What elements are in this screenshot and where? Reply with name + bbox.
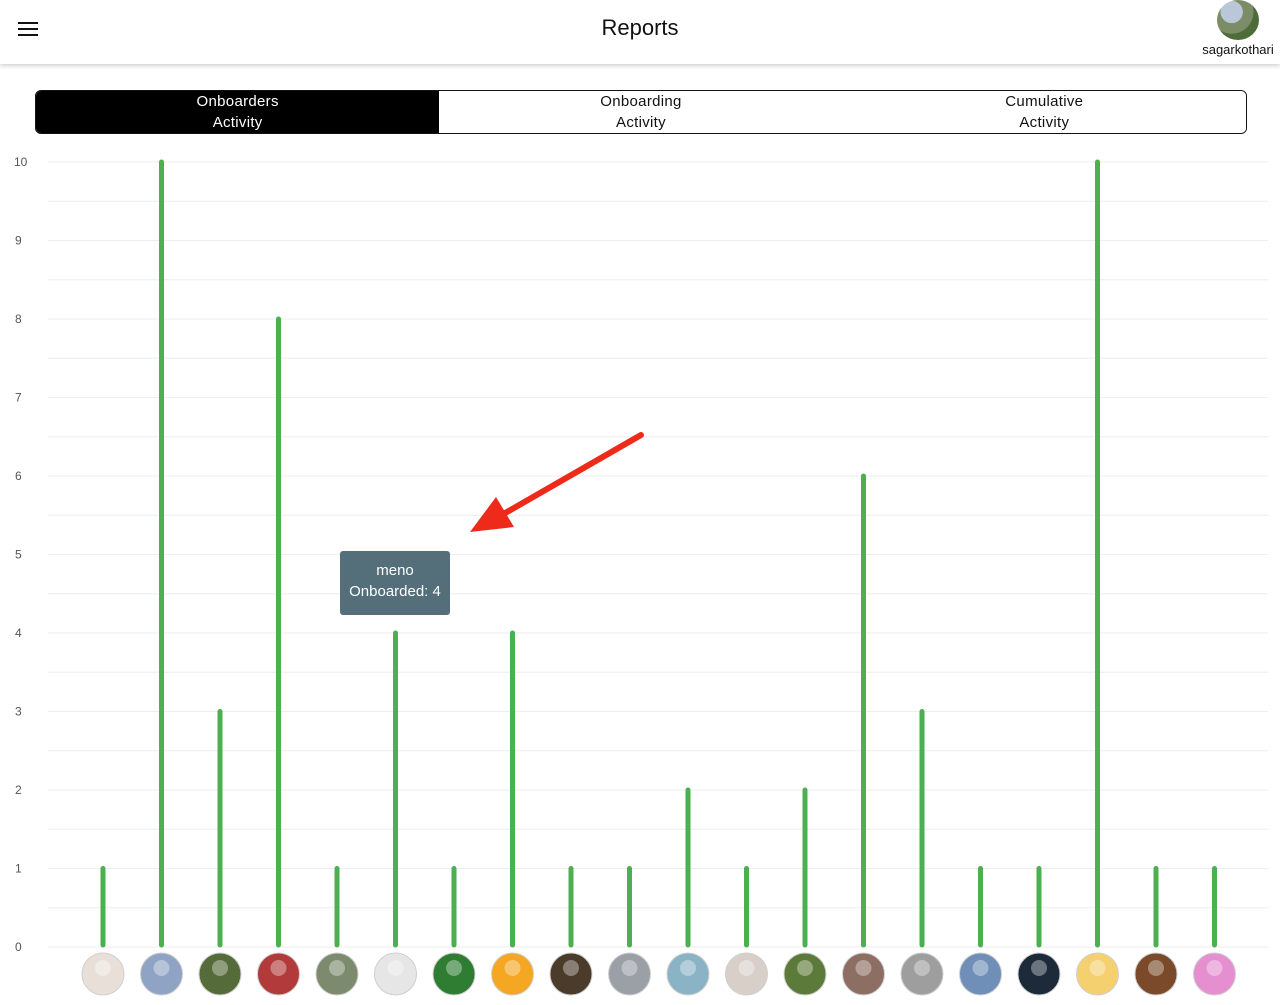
arrow-annotation: [470, 432, 644, 532]
y-tick-label: 8: [15, 312, 22, 326]
avatar-face: [1031, 960, 1047, 976]
avatar-face: [680, 960, 696, 976]
y-tick-label: 6: [15, 469, 22, 483]
avatar-face: [329, 960, 345, 976]
y-tick-label: 0: [15, 940, 22, 954]
avatar-face: [1206, 960, 1223, 976]
y-tick-label: 5: [15, 548, 22, 562]
y-axis: 0 1 2 3 4 5 6 7 8 9 10: [14, 155, 28, 954]
avatar-face: [621, 960, 638, 976]
y-tick-label: 1: [15, 862, 22, 876]
avatar-face: [387, 960, 404, 976]
y-tick-label: 7: [15, 391, 22, 405]
y-tick-label: 2: [15, 783, 22, 797]
avatar-face: [446, 960, 462, 976]
chart-grid: [48, 161, 1268, 948]
avatar-face: [1089, 960, 1106, 976]
chart-tooltip: meno Onboarded: 4: [340, 551, 450, 615]
avatar-face: [212, 960, 228, 976]
y-tick-label: 3: [15, 705, 22, 719]
avatar-face: [972, 960, 989, 976]
avatar-face: [1148, 960, 1164, 976]
avatar-face: [797, 960, 813, 976]
avatar-face: [270, 960, 287, 976]
avatar[interactable]: [1217, 0, 1259, 40]
user-profile[interactable]: sagarkothari: [1198, 0, 1278, 57]
y-tick-label: 10: [14, 155, 28, 169]
tooltip-text: Onboarded: 4: [349, 583, 441, 600]
y-tick-label: 4: [15, 626, 22, 640]
x-axis-avatars: [81, 952, 1236, 996]
y-tick-label: 9: [15, 234, 22, 248]
page-title: Reports: [601, 15, 679, 40]
avatar-face: [914, 960, 930, 976]
bar-chart: 0 1 2 3 4 5 6 7 8 9 10: [14, 155, 1268, 996]
tooltip-name: meno: [376, 562, 414, 579]
avatar-face: [153, 960, 170, 976]
avatar-face: [563, 960, 579, 976]
user-name: sagarkothari: [1202, 42, 1274, 57]
avatar-face: [738, 960, 755, 976]
avatar-face: [504, 960, 521, 976]
avatar-face: [855, 960, 872, 976]
avatar-face: [95, 960, 111, 976]
app-bar: Reports sagarkothari: [0, 0, 1280, 64]
